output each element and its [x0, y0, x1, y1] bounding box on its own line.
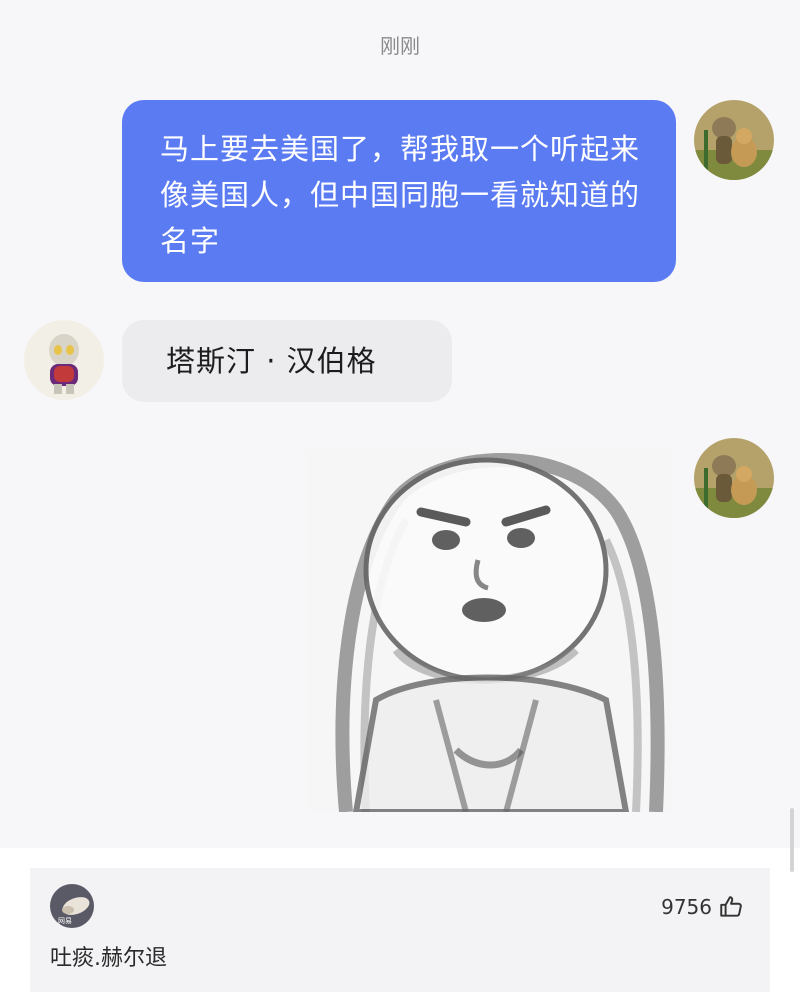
- commenter-avatar-icon: 网易: [50, 884, 94, 928]
- like-button[interactable]: 9756: [661, 892, 744, 922]
- thumbs-up-icon[interactable]: [718, 894, 744, 920]
- scroll-indicator[interactable]: [790, 808, 794, 872]
- sticker-message[interactable]: [306, 450, 672, 812]
- like-count: 9756: [661, 895, 712, 919]
- outgoing-message-text: 马上要去美国了，帮我取一个听起来像美国人，但中国同胞一看就知道的名字: [160, 132, 641, 258]
- chat-area: 刚刚 马上要去美国了，帮我取一个听起来像美国人，但中国同胞一看就知道的名字 塔斯…: [0, 0, 800, 848]
- cat-avatar-icon: [694, 438, 774, 518]
- shocked-sketch-face-sticker: [306, 450, 672, 812]
- message-timestamp: 刚刚: [380, 34, 420, 58]
- avatar-badge-text: 网易: [58, 917, 72, 925]
- cat-avatar-icon: [694, 100, 774, 180]
- user-avatar[interactable]: [694, 438, 774, 518]
- incoming-message-bubble[interactable]: 塔斯汀 · 汉伯格: [122, 320, 452, 402]
- bot-avatar[interactable]: [24, 320, 104, 400]
- outgoing-message-bubble[interactable]: 马上要去美国了，帮我取一个听起来像美国人，但中国同胞一看就知道的名字: [122, 100, 676, 282]
- user-avatar[interactable]: [694, 100, 774, 180]
- incoming-message-text: 塔斯汀 · 汉伯格: [166, 344, 377, 378]
- commenter-avatar[interactable]: 网易: [50, 884, 94, 928]
- comment-card[interactable]: 网易 吐痰.赫尔退 9756: [30, 868, 770, 992]
- toy-figure-avatar-icon: [24, 320, 104, 400]
- commenter-username[interactable]: 吐痰.赫尔退: [50, 940, 167, 972]
